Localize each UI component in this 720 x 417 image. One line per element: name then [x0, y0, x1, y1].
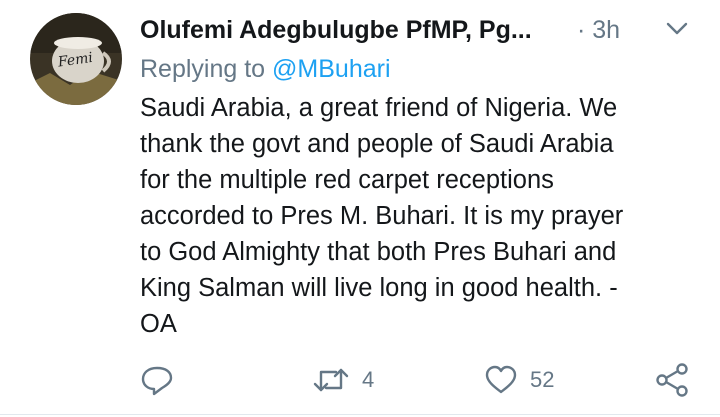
- like-count: 52: [530, 367, 555, 392]
- divider: [0, 414, 720, 415]
- reply-button[interactable]: [140, 360, 186, 400]
- tweet-timestamp[interactable]: · 3h: [577, 16, 620, 45]
- like-button[interactable]: 52: [484, 360, 554, 400]
- author-name[interactable]: Olufemi Adegbulugbe PfMP, Pg...: [140, 16, 532, 45]
- share-icon: [655, 363, 689, 397]
- avatar[interactable]: Femi: [30, 13, 122, 105]
- tweet-body: Saudi Arabia, a great friend of Nigeria.…: [140, 94, 624, 338]
- retweet-button[interactable]: 4: [312, 360, 374, 400]
- retweet-count: 4: [362, 367, 375, 392]
- share-button[interactable]: [655, 360, 689, 400]
- chevron-down-icon[interactable]: [666, 22, 688, 41]
- tweet-header: Olufemi Adegbulugbe PfMP, Pg... · 3h: [140, 10, 700, 50]
- heart-icon: [484, 364, 518, 396]
- tweet-actions: 4 52: [0, 360, 720, 400]
- replying-handle-link[interactable]: @MBuhari: [272, 55, 390, 83]
- reply-icon: [140, 364, 174, 396]
- replying-to: Replying to @MBuhari: [140, 55, 391, 84]
- retweet-icon: [312, 364, 350, 396]
- avatar-image: Femi: [30, 13, 122, 105]
- replying-prefix: Replying to: [140, 55, 273, 83]
